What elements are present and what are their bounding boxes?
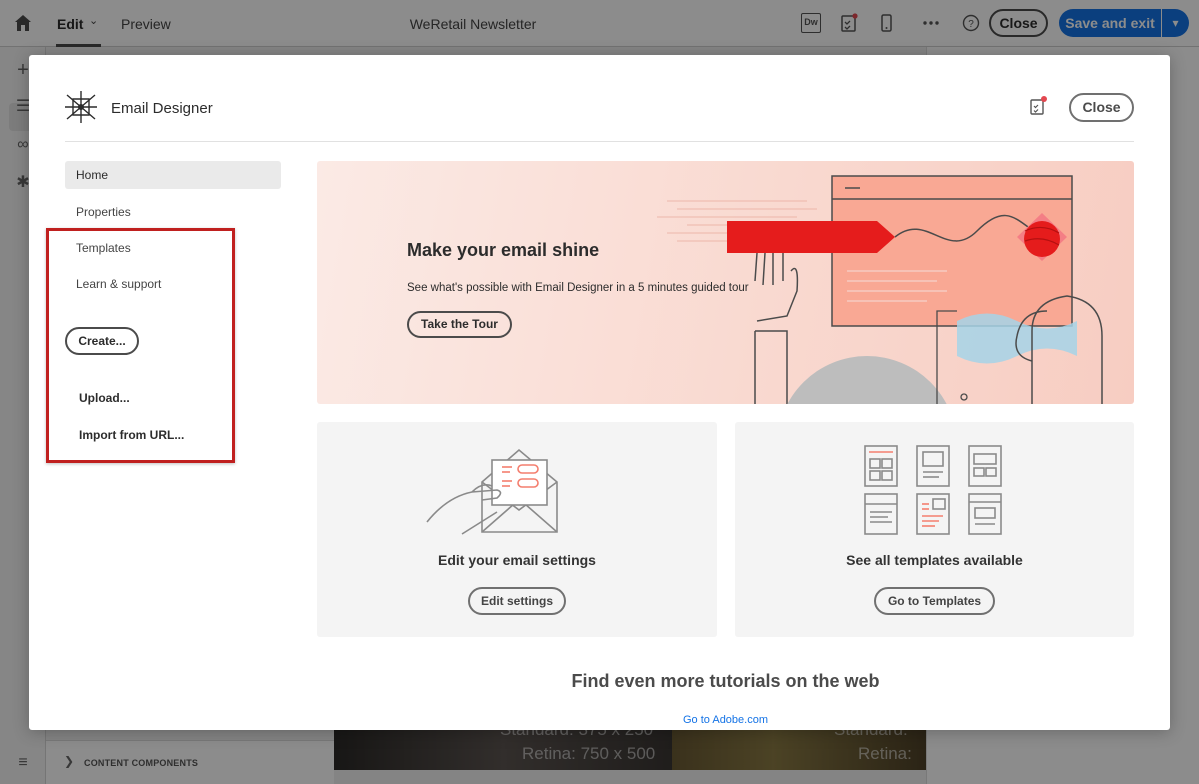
take-the-tour-button[interactable]: Take the Tour	[407, 311, 512, 338]
notification-dot	[1041, 96, 1047, 102]
modal-title: Email Designer	[111, 100, 213, 117]
highlight-annotation-box	[46, 228, 235, 463]
go-to-templates-button[interactable]: Go to Templates	[874, 587, 995, 615]
email-settings-card: Edit your email settings Edit settings	[317, 422, 717, 637]
sidebar-item-home[interactable]: Home	[65, 161, 281, 189]
email-settings-illustration	[426, 448, 558, 535]
hero-banner: Make your email shine See what's possibl…	[317, 161, 1134, 404]
email-designer-logo-icon	[65, 91, 97, 123]
adobe-link[interactable]: Go to Adobe.com	[317, 714, 1134, 726]
edit-settings-button[interactable]: Edit settings	[468, 587, 566, 615]
hero-description: See what's possible with Email Designer …	[407, 282, 749, 294]
tutorials-heading: Find even more tutorials on the web	[571, 671, 880, 691]
card-title: Edit your email settings	[438, 552, 596, 568]
modal-close-button[interactable]: Close	[1069, 93, 1134, 122]
card-title: See all templates available	[846, 552, 1023, 568]
hero-title: Make your email shine	[407, 240, 600, 260]
header-divider	[65, 141, 1134, 142]
email-designer-modal: Email Designer Close Home Properties Tem…	[29, 55, 1170, 730]
sidebar-item-properties[interactable]: Properties	[65, 198, 281, 226]
templates-grid-illustration	[864, 445, 1002, 535]
templates-card: See all templates available Go to Templa…	[735, 422, 1134, 637]
